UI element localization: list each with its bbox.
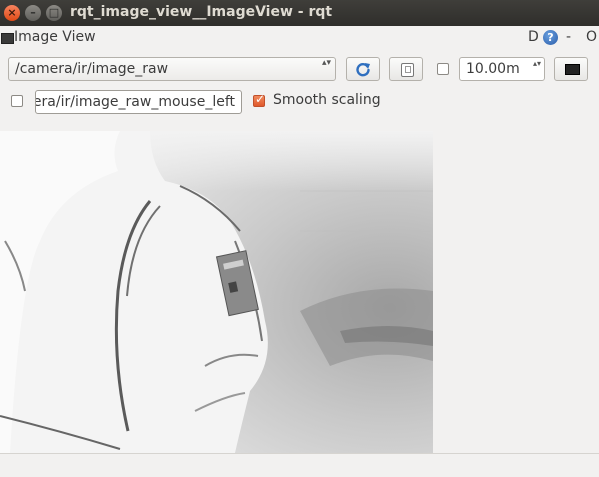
- help-icon[interactable]: ?: [543, 30, 558, 45]
- mouse-topic-input[interactable]: /camera/ir/image_raw_mouse_left: [35, 90, 242, 114]
- topic-select-value: /camera/ir/image_raw: [15, 61, 169, 77]
- status-divider: [0, 453, 599, 454]
- dock-header: Image View D ? - O: [0, 26, 599, 50]
- camera-image[interactable]: [0, 131, 433, 453]
- save-image-button[interactable]: [389, 57, 423, 81]
- minimize-icon[interactable]: –: [25, 5, 41, 21]
- smooth-scaling-checkbox[interactable]: ✓: [253, 92, 266, 107]
- topic-select[interactable]: /camera/ir/image_raw ▴▾: [8, 57, 336, 81]
- save-icon: [401, 63, 414, 77]
- dock-title: Image View: [14, 29, 96, 45]
- close-icon[interactable]: ×: [4, 5, 20, 21]
- stepper-icon[interactable]: ▴▾: [533, 59, 541, 69]
- dock-close-button[interactable]: O: [586, 29, 597, 45]
- maximize-icon[interactable]: □: [46, 5, 62, 21]
- chevron-updown-icon: ▴▾: [321, 58, 331, 68]
- mouse-topic-value: /camera/ir/image_raw_mouse_left: [36, 94, 235, 110]
- max-range-value: 10.00m: [466, 61, 520, 77]
- dynamic-range-checkbox[interactable]: [437, 63, 449, 75]
- ir-camera-frame: [0, 131, 433, 453]
- window-title: rqt_image_view__ImageView - rqt: [70, 4, 333, 20]
- dock-hide-button[interactable]: -: [566, 29, 571, 45]
- max-range-spinbox[interactable]: 10.00m ▴▾: [459, 57, 545, 81]
- smooth-scaling-label: Smooth scaling: [273, 92, 381, 108]
- publish-mouse-checkbox[interactable]: [11, 95, 23, 107]
- dock-d-button[interactable]: D: [528, 29, 539, 45]
- hide-toolbar-button[interactable]: [554, 57, 588, 81]
- fullscreen-icon: [565, 64, 580, 75]
- title-bar: × – □ rqt_image_view__ImageView - rqt: [0, 0, 599, 26]
- check-icon: ✓: [255, 92, 266, 106]
- dock-widget-icon: [1, 33, 14, 44]
- refresh-icon: [356, 63, 370, 77]
- refresh-topics-button[interactable]: [346, 57, 380, 81]
